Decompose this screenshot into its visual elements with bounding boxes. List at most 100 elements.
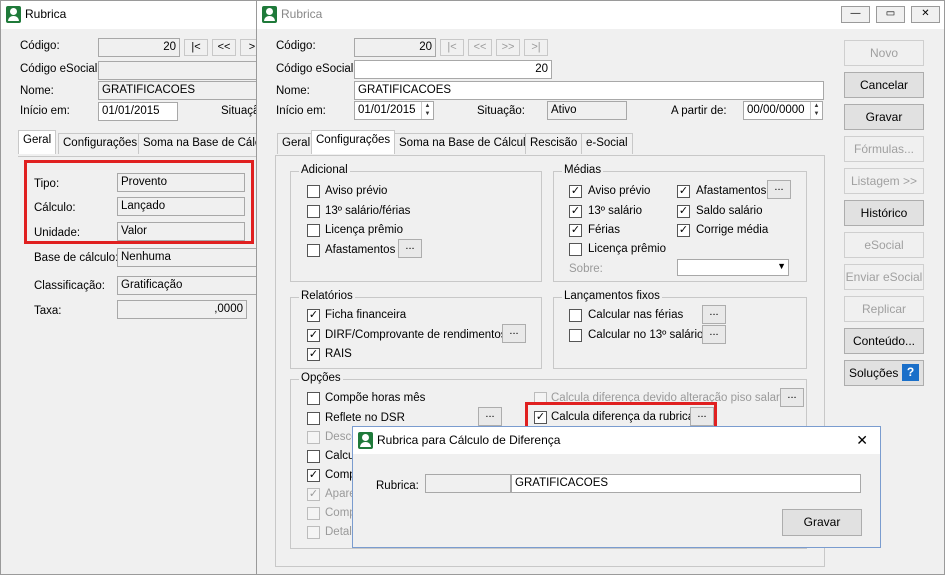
tab-rescisao[interactable]: Rescisão xyxy=(525,133,583,154)
tab-esocial[interactable]: e-Social xyxy=(581,133,633,154)
tab-geral[interactable]: Geral xyxy=(277,133,316,154)
gravar-button[interactable]: Gravar xyxy=(844,104,924,130)
tab-soma-base[interactable]: Soma na Base de Cálculo xyxy=(394,133,537,154)
opcoes-compo-checkbox[interactable] xyxy=(307,507,320,520)
inicio-label: Início em: xyxy=(276,105,326,117)
adicional-aviso-checkbox[interactable] xyxy=(307,185,320,198)
opcoes-detalh-checkbox[interactable] xyxy=(307,526,320,539)
adicional-afastamentos-dots-button[interactable]: ... xyxy=(398,239,422,258)
nav-first-button[interactable]: |< xyxy=(440,39,464,56)
opcoes-piso-dots-button[interactable]: ... xyxy=(780,388,804,407)
opcoes-calcula-diferenca-label: Calcula diferença da rubrica xyxy=(551,411,695,423)
back-tab-geral[interactable]: Geral xyxy=(18,130,57,154)
chevron-down-icon: ▼ xyxy=(777,261,786,271)
lancamentos-ferias-checkbox[interactable] xyxy=(569,309,582,322)
back-tab-configuracoes[interactable]: Configurações xyxy=(58,133,143,154)
back-inicio-field[interactable]: 01/01/2015 xyxy=(98,102,178,121)
a-partir-field[interactable]: 00/00/0000 ▲ ▼ xyxy=(743,101,823,120)
adicional-licenca-label: Licença prêmio xyxy=(325,224,403,236)
back-nome-field[interactable]: GRATIFICACOES xyxy=(98,81,268,100)
opcoes-desco-checkbox[interactable] xyxy=(307,431,320,444)
formulas-button[interactable]: Fórmulas... xyxy=(844,136,924,162)
opcoes-calcula-diferenca-dots-button[interactable]: ... xyxy=(690,407,714,426)
close-button[interactable]: ✕ xyxy=(911,6,940,23)
medias-13-checkbox[interactable]: ✓ xyxy=(569,205,582,218)
tab-configuracoes[interactable]: Configurações xyxy=(311,130,396,154)
enviar-esocial-button[interactable]: Enviar eSocial xyxy=(844,264,924,290)
tab-strip: Geral Configurações Soma na Base de Cálc… xyxy=(275,130,835,157)
medias-sobre-select[interactable]: ▼ xyxy=(677,259,789,276)
situacao-field[interactable]: Ativo xyxy=(547,101,627,120)
adicional-afastamentos-label: Afastamentos xyxy=(325,244,396,256)
nav-last-button[interactable]: >| xyxy=(524,39,548,56)
back-classificacao-field[interactable]: Gratificação xyxy=(117,276,267,295)
cancelar-button[interactable]: Cancelar xyxy=(844,72,924,98)
historico-button[interactable]: Histórico xyxy=(844,200,924,226)
back-base-field[interactable]: Nenhuma xyxy=(117,248,267,267)
medias-ferias-checkbox[interactable]: ✓ xyxy=(569,224,582,237)
nav-next-button[interactable]: >> xyxy=(496,39,520,56)
replicar-button[interactable]: Replicar xyxy=(844,296,924,322)
back-codigo-esocial-label: Código eSocial: xyxy=(20,63,101,75)
medias-licenca-label: Licença prêmio xyxy=(588,243,666,255)
adicional-afastamentos-checkbox[interactable] xyxy=(307,244,320,257)
opcoes-reflete-checkbox[interactable] xyxy=(307,412,320,425)
relatorios-dirf-dots-button[interactable]: ... xyxy=(502,324,526,343)
medias-aviso-label: Aviso prévio xyxy=(588,185,651,197)
inicio-spinner[interactable]: ▲ ▼ xyxy=(421,102,433,119)
back-codigo-esocial-field[interactable] xyxy=(98,61,268,80)
dialog-rubrica-name-field[interactable]: GRATIFICACOES xyxy=(511,474,861,493)
dialog-close-icon[interactable]: ✕ xyxy=(856,432,868,449)
codigo-esocial-field[interactable]: 20 xyxy=(354,60,552,79)
opcoes-apare-checkbox[interactable]: ✓ xyxy=(307,488,320,501)
lancamentos-ferias-dots-button[interactable]: ... xyxy=(702,305,726,324)
back-title-bar: Rubrica xyxy=(1,1,261,29)
back-tipo-field[interactable]: Provento xyxy=(117,173,245,192)
lancamentos-13-dots-button[interactable]: ... xyxy=(702,325,726,344)
medias-afastamentos-dots-button[interactable]: ... xyxy=(767,180,791,199)
maximize-button[interactable]: ▭ xyxy=(876,6,905,23)
lancamentos-13-label: Calcular no 13º salário xyxy=(588,329,704,341)
medias-corrige-checkbox[interactable]: ✓ xyxy=(677,224,690,237)
opcoes-reflete-dots-button[interactable]: ... xyxy=(478,407,502,426)
opcoes-calcul-checkbox[interactable] xyxy=(307,450,320,463)
back-codigo-field[interactable]: 20 xyxy=(98,38,180,57)
lancamentos-13-checkbox[interactable] xyxy=(569,329,582,342)
relatorios-title: Relatórios xyxy=(299,290,355,302)
esocial-button[interactable]: eSocial xyxy=(844,232,924,258)
conteudo-button[interactable]: Conteúdo... xyxy=(844,328,924,354)
solucoes-button[interactable]: Soluções ? xyxy=(844,360,924,386)
listagem-button[interactable]: Listagem >> xyxy=(844,168,924,194)
back-calculo-field[interactable]: Lançado xyxy=(117,197,245,216)
adicional-licenca-checkbox[interactable] xyxy=(307,224,320,237)
codigo-field[interactable]: 20 xyxy=(354,38,436,57)
minimize-button[interactable]: — xyxy=(841,6,870,23)
relatorios-dirf-label: DIRF/Comprovante de rendimentos xyxy=(325,329,507,341)
codigo-esocial-label: Código eSocial: xyxy=(276,63,357,75)
back-nav-prev-button[interactable]: << xyxy=(212,39,236,56)
back-taxa-field[interactable]: ,0000 xyxy=(117,300,247,319)
opcoes-title: Opções xyxy=(299,372,343,384)
medias-licenca-checkbox[interactable] xyxy=(569,243,582,256)
dialog-gravar-button[interactable]: Gravar xyxy=(782,509,862,536)
nav-prev-button[interactable]: << xyxy=(468,39,492,56)
novo-button[interactable]: Novo xyxy=(844,40,924,66)
inicio-field[interactable]: 01/01/2015 ▲ ▼ xyxy=(354,101,434,120)
opcoes-comp-checkbox[interactable]: ✓ xyxy=(307,469,320,482)
nome-field[interactable]: GRATIFICACOES xyxy=(354,81,824,100)
relatorios-rais-checkbox[interactable]: ✓ xyxy=(307,348,320,361)
medias-afastamentos-checkbox[interactable]: ✓ xyxy=(677,185,690,198)
opcoes-compoe-checkbox[interactable] xyxy=(307,392,320,405)
medias-saldo-checkbox[interactable]: ✓ xyxy=(677,205,690,218)
back-unidade-field[interactable]: Valor xyxy=(117,222,245,241)
relatorios-dirf-checkbox[interactable]: ✓ xyxy=(307,329,320,342)
a-partir-spinner[interactable]: ▲ ▼ xyxy=(810,102,822,119)
relatorios-ficha-checkbox[interactable]: ✓ xyxy=(307,309,320,322)
opcoes-calcula-diferenca-checkbox[interactable]: ✓ xyxy=(534,411,547,424)
dialog-rubrica-code-field[interactable] xyxy=(425,474,511,493)
adicional-13-checkbox[interactable] xyxy=(307,205,320,218)
inicio-value: 01/01/2015 xyxy=(358,104,416,116)
medias-aviso-checkbox[interactable]: ✓ xyxy=(569,185,582,198)
back-nav-first-button[interactable]: |< xyxy=(184,39,208,56)
back-unidade-label: Unidade: xyxy=(34,227,81,239)
